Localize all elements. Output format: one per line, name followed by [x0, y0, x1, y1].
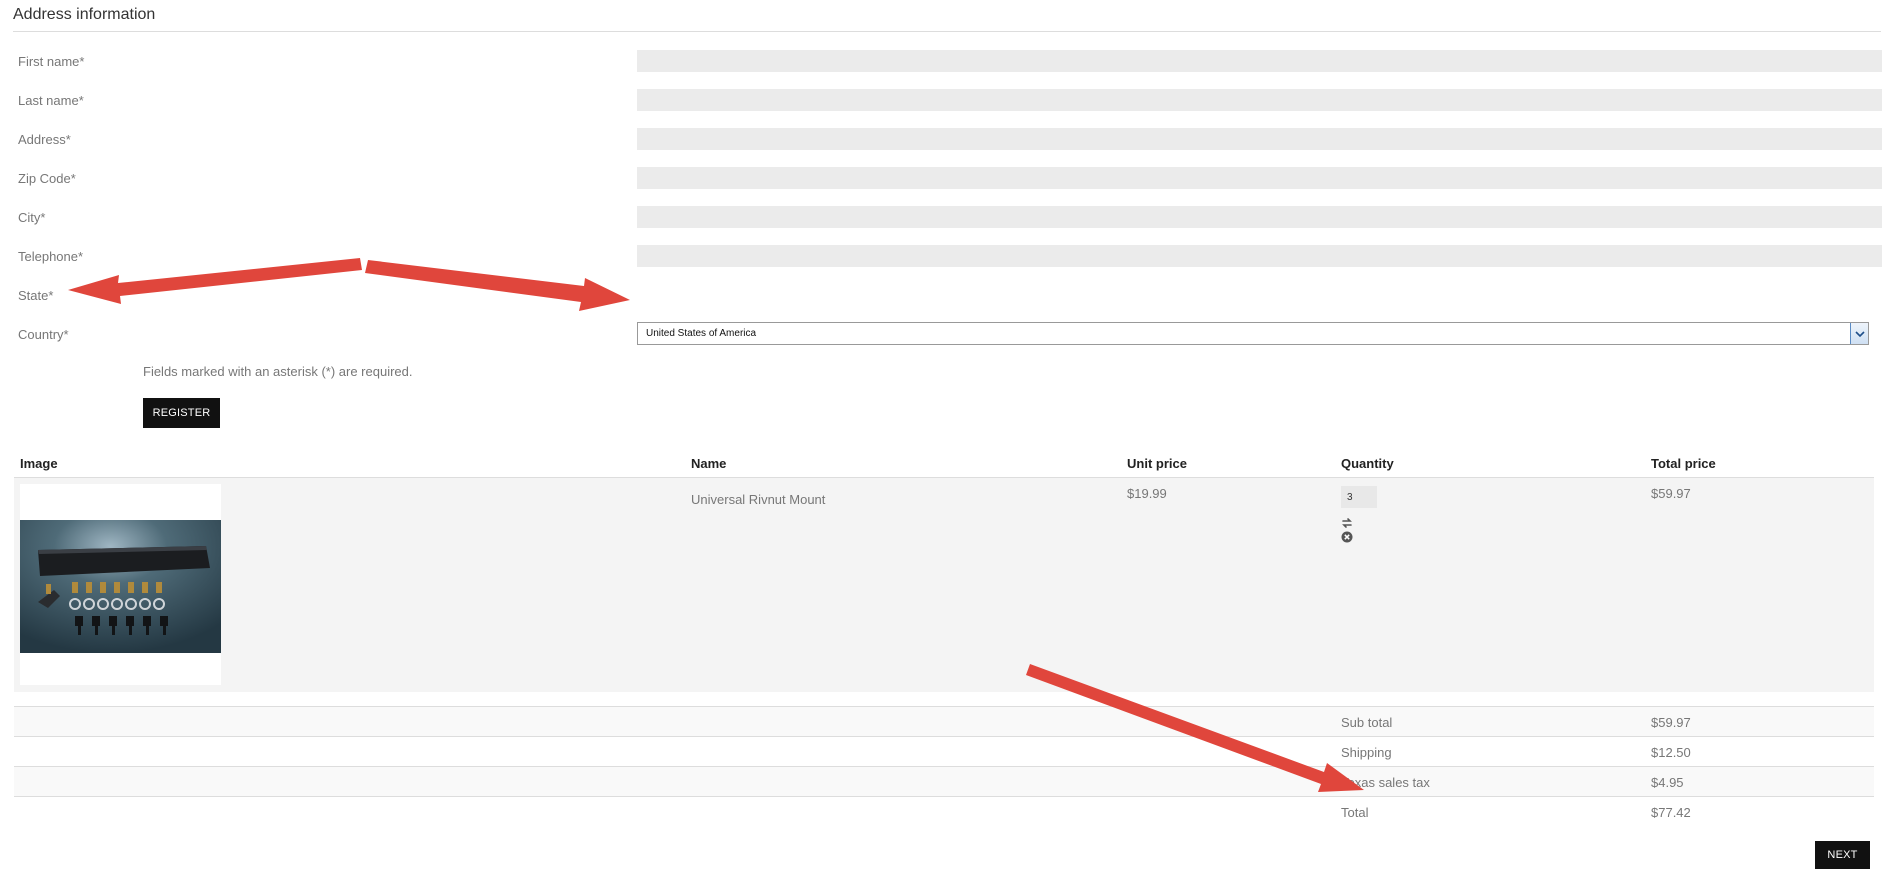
address-label: Address*	[18, 132, 71, 147]
zip-code-input[interactable]	[637, 167, 1882, 189]
city-label: City*	[18, 210, 46, 225]
register-button[interactable]: REGISTER	[143, 398, 220, 428]
quantity-input[interactable]	[1341, 486, 1377, 508]
section-title: Address information	[13, 6, 1881, 32]
total-label: Total	[1341, 805, 1369, 820]
unit-price: $19.99	[1127, 486, 1167, 501]
chevron-down-icon[interactable]	[1850, 323, 1868, 344]
header-image: Image	[20, 456, 58, 471]
state-field-empty[interactable]	[637, 284, 1882, 306]
header-name: Name	[691, 456, 727, 471]
country-select[interactable]: United States of America	[637, 322, 1869, 345]
header-unit-price: Unit price	[1127, 456, 1187, 471]
totals-row-subtotal: Sub total $59.97	[14, 706, 1874, 736]
product-name[interactable]: Universal Rivnut Mount	[691, 492, 825, 507]
header-quantity: Quantity	[1341, 456, 1394, 471]
country-select-value: United States of America	[646, 328, 757, 339]
form-row-first-name: First name*	[18, 50, 1882, 74]
last-name-input[interactable]	[637, 89, 1882, 111]
form-row-country: Country* United States of America	[18, 322, 1882, 346]
city-input[interactable]	[637, 206, 1882, 228]
header-total-price: Total price	[1651, 456, 1716, 471]
cart-table-header: Image Name Unit price Quantity Total pri…	[14, 452, 1874, 478]
country-label: Country*	[18, 327, 69, 342]
sales-tax-label: Texas sales tax	[1341, 775, 1430, 790]
last-name-label: Last name*	[18, 93, 84, 108]
first-name-label: First name*	[18, 54, 85, 69]
form-row-address: Address*	[18, 128, 1882, 152]
product-image[interactable]	[20, 520, 221, 653]
sales-tax-value: $4.95	[1651, 775, 1684, 790]
telephone-label: Telephone*	[18, 249, 84, 264]
form-row-state: State*	[18, 284, 1882, 308]
totals-row-total: Total $77.42	[14, 796, 1874, 824]
shipping-value: $12.50	[1651, 745, 1691, 760]
subtotal-label: Sub total	[1341, 715, 1393, 730]
address-input[interactable]	[637, 128, 1882, 150]
telephone-input[interactable]	[637, 245, 1882, 267]
shipping-label: Shipping	[1341, 745, 1392, 760]
remove-icon[interactable]	[1341, 531, 1353, 543]
state-label: State*	[18, 288, 54, 303]
total-value: $77.42	[1651, 805, 1691, 820]
form-row-zip-code: Zip Code*	[18, 167, 1882, 191]
refresh-icon[interactable]	[1341, 517, 1353, 529]
product-image-frame	[20, 484, 221, 685]
totals-row-shipping: Shipping $12.50	[14, 736, 1874, 766]
required-fields-note: Fields marked with an asterisk (*) are r…	[143, 364, 413, 379]
item-total-price: $59.97	[1651, 486, 1691, 501]
cart-item-row: Universal Rivnut Mount $19.99 $59.97	[14, 478, 1874, 692]
first-name-input[interactable]	[637, 50, 1882, 72]
subtotal-value: $59.97	[1651, 715, 1691, 730]
zip-code-label: Zip Code*	[18, 171, 76, 186]
form-row-telephone: Telephone*	[18, 245, 1882, 269]
next-button[interactable]: NEXT	[1815, 841, 1870, 869]
form-row-last-name: Last name*	[18, 89, 1882, 113]
totals-row-sales-tax: Texas sales tax $4.95	[14, 766, 1874, 796]
form-row-city: City*	[18, 206, 1882, 230]
